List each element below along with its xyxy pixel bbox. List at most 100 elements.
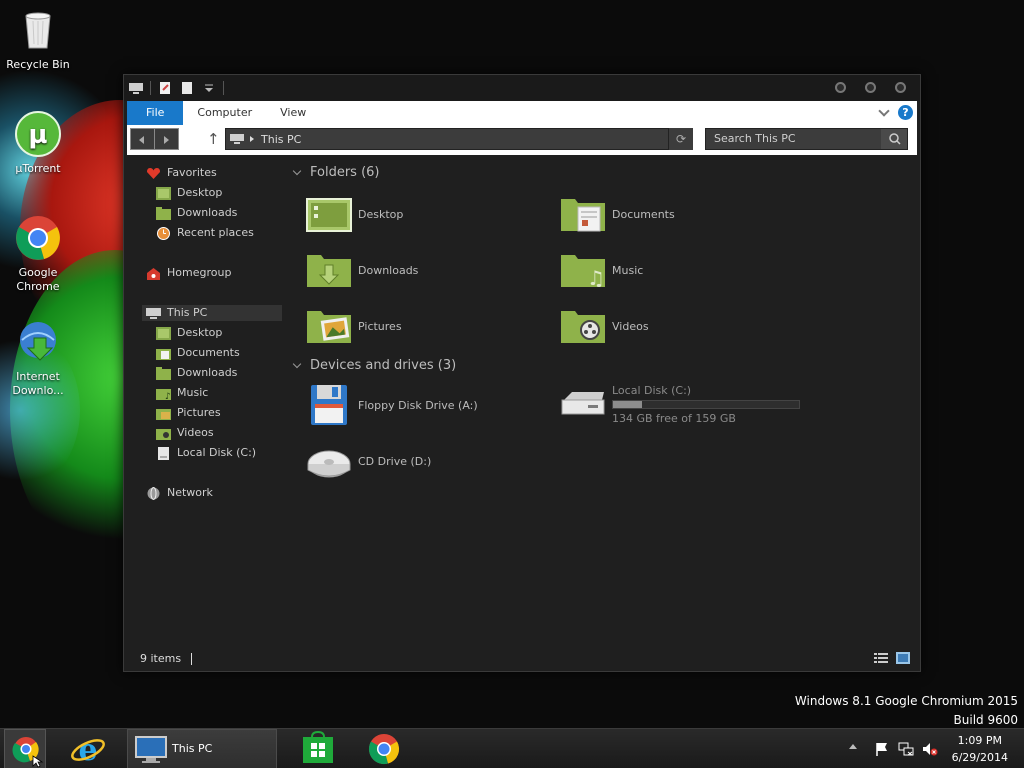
toolbar-divider (150, 81, 151, 95)
window-controls (835, 82, 906, 93)
documents-folder-icon (156, 347, 171, 360)
nav-item-pc-videos[interactable]: Videos (156, 425, 214, 441)
nav-buttons (130, 128, 179, 150)
nav-item-fav-desktop[interactable]: Desktop (156, 185, 222, 201)
folder-documents[interactable]: Documents (560, 191, 675, 237)
local-disk-label: Local Disk (C:) (612, 384, 692, 397)
desktop-icon-label: Recycle Bin (6, 58, 70, 71)
pictures-folder-icon (306, 303, 352, 349)
forward-button[interactable] (154, 129, 178, 149)
taskbar-this-pc[interactable]: This PC (127, 729, 277, 768)
chrome-icon (14, 214, 62, 262)
nav-item-pc-desktop[interactable]: Desktop (156, 325, 222, 341)
taskbar-internet-explorer[interactable]: e (60, 729, 116, 768)
nav-item-favorites[interactable]: Favorites (146, 165, 217, 181)
large-icons-view-icon[interactable] (896, 652, 910, 664)
new-folder-icon[interactable] (179, 81, 195, 95)
nav-item-pc-pictures[interactable]: Pictures (156, 405, 221, 421)
tab-computer[interactable]: Computer (183, 101, 266, 125)
drive-floppy[interactable]: Floppy Disk Drive (A:) (306, 382, 478, 428)
taskbar-google-chrome[interactable] (356, 729, 412, 768)
svg-text:µ: µ (28, 120, 47, 150)
desktop-icon-utorrent[interactable]: µ µTorrent (0, 110, 76, 176)
show-hidden-icons-icon[interactable] (849, 744, 857, 749)
folder-desktop[interactable]: Desktop (306, 191, 403, 237)
desktop-icon-google-chrome[interactable]: Google Chrome (0, 214, 76, 294)
details-view-icon[interactable] (874, 652, 888, 664)
network-status-icon[interactable] (898, 741, 914, 757)
disk-usage-fill (613, 401, 643, 408)
windows-watermark: Windows 8.1 Google Chromium 2015 Build 9… (795, 692, 1018, 730)
collapse-chevron-icon[interactable] (292, 359, 302, 368)
address-input[interactable]: This PC (225, 128, 693, 150)
this-pc-icon (230, 134, 244, 144)
network-icon (146, 486, 161, 500)
close-button[interactable] (895, 82, 906, 93)
status-divider (191, 652, 193, 665)
folder-music[interactable]: ♫ Music (560, 247, 643, 293)
downloads-folder-icon (156, 206, 171, 220)
clock-time: 1:09 PM (957, 734, 1002, 747)
expand-ribbon-icon[interactable] (878, 104, 890, 117)
devices-group-header[interactable]: Devices and drives (3) (292, 358, 456, 373)
folder-pictures[interactable]: Pictures (306, 303, 402, 349)
desktop-icon-label: Internet Downlo... (12, 370, 64, 397)
downloads-folder-icon (156, 366, 171, 380)
documents-folder-icon (560, 191, 606, 237)
system-menu-icon[interactable] (128, 81, 144, 95)
utorrent-icon: µ (14, 110, 62, 158)
nav-item-this-pc[interactable]: This PC (142, 305, 282, 321)
drive-cd[interactable]: CD Drive (D:) (306, 438, 431, 484)
collapse-chevron-icon[interactable] (292, 166, 302, 175)
folder-videos[interactable]: Videos (560, 303, 649, 349)
nav-item-fav-downloads[interactable]: Downloads (156, 205, 237, 221)
desktop-icon-recycle-bin[interactable]: Recycle Bin (0, 6, 76, 72)
properties-icon[interactable] (157, 81, 173, 95)
folder-downloads[interactable]: Downloads (306, 247, 418, 293)
pictures-folder-icon (156, 407, 171, 420)
desktop-icon-internet-download-manager[interactable]: Internet Downlo... (0, 318, 76, 398)
taskbar-windows-store[interactable] (290, 729, 346, 768)
desktop-icon-label: µTorrent (15, 162, 61, 175)
drive-local-disk-c[interactable]: Local Disk (C:) 134 GB free of 159 GB (560, 384, 800, 430)
volume-muted-icon[interactable] (922, 741, 938, 757)
minimize-button[interactable] (835, 82, 846, 93)
item-count: 9 items (140, 652, 182, 665)
videos-folder-icon (156, 427, 171, 440)
action-center-flag-icon[interactable] (874, 741, 890, 757)
taskbar-this-pc-label: This PC (172, 742, 213, 755)
folders-group-header[interactable]: Folders (6) (292, 165, 380, 180)
system-clock[interactable]: 1:09 PM 6/29/2014 (952, 732, 1008, 766)
window-titlebar[interactable] (124, 75, 920, 101)
up-arrow-icon[interactable]: ↑ (207, 130, 220, 148)
nav-item-pc-local-disk[interactable]: Local Disk (C:) (156, 445, 256, 461)
tab-view[interactable]: View (266, 101, 320, 125)
view-switcher (874, 652, 910, 664)
watermark-line-1: Windows 8.1 Google Chromium 2015 (794, 694, 1018, 708)
start-button[interactable] (4, 729, 46, 768)
this-pc-icon (146, 307, 161, 320)
customize-toolbar-icon[interactable] (201, 81, 217, 95)
search-input[interactable]: Search This PC (705, 128, 908, 150)
search-placeholder: Search This PC (714, 132, 796, 145)
search-icon[interactable] (881, 129, 907, 149)
internet-download-manager-icon (14, 318, 62, 366)
breadcrumb-arrow-icon[interactable] (250, 136, 254, 142)
nav-item-pc-music[interactable]: ♪ Music (156, 385, 208, 402)
nav-item-pc-downloads[interactable]: Downloads (156, 365, 237, 381)
back-button[interactable] (131, 129, 154, 149)
maximize-button[interactable] (865, 82, 876, 93)
refresh-icon[interactable]: ⟳ (668, 128, 693, 150)
tab-file[interactable]: File (127, 101, 184, 125)
nav-item-recent-places[interactable]: Recent places (156, 225, 254, 241)
help-icon[interactable]: ? (898, 105, 913, 120)
nav-item-homegroup[interactable]: Homegroup (146, 265, 231, 281)
breadcrumb[interactable]: This PC (261, 133, 301, 146)
status-bar: 9 items (140, 652, 193, 665)
windows-store-icon (303, 730, 333, 763)
videos-folder-icon (560, 303, 606, 349)
nav-item-network[interactable]: Network (146, 485, 213, 501)
toolbar-divider (223, 81, 224, 95)
nav-item-pc-documents[interactable]: Documents (156, 345, 240, 361)
file-explorer-window: File Computer View ? ↑ This PC ⟳ Search … (123, 74, 921, 672)
